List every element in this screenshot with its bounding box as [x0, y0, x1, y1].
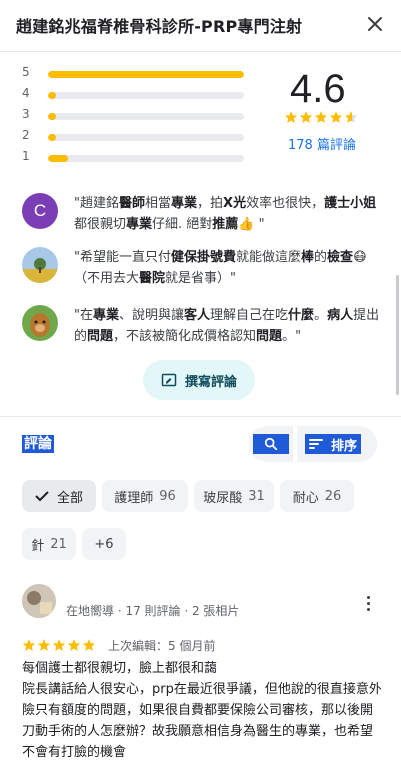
chip-count: 26	[324, 488, 342, 504]
chip-more[interactable]: +6	[82, 528, 126, 560]
write-review-label: 撰寫評論	[184, 374, 237, 390]
rating-bar-label: 3	[22, 107, 30, 121]
scrollbar[interactable]	[396, 275, 399, 395]
chip-topic[interactable]: 玻尿酸 31	[194, 480, 274, 512]
reviewer-avatar[interactable]	[22, 584, 56, 618]
rating-bar-1: 1	[22, 149, 252, 165]
rating-bar-label: 5	[22, 65, 30, 79]
chip-label: 耐心	[292, 490, 319, 506]
snippet-text: "在專業、說明與讓客人理解自己在吃什麼。病人提出的問題，不該被簡化成價格認知問題…	[74, 308, 380, 344]
sort-label: 排序	[331, 438, 358, 454]
star-icon	[284, 109, 298, 123]
chip-count: 21	[50, 536, 67, 552]
star-icon	[37, 637, 51, 651]
review-count-link[interactable]: 178 篇評論	[288, 134, 356, 153]
rating-bar-5: 5	[22, 65, 252, 81]
reviews-heading: 評論	[22, 435, 54, 453]
chip-topic[interactable]: 耐心 26	[280, 480, 354, 512]
write-review-button[interactable]: 撰寫評論	[143, 360, 255, 400]
rating-bar-fill	[48, 155, 68, 162]
chip-count: 31	[248, 488, 265, 504]
rating-bar-2: 2	[22, 128, 252, 144]
average-rating: 4.6	[290, 67, 346, 111]
close-button[interactable]	[363, 12, 387, 36]
divider	[0, 416, 401, 417]
check-icon	[35, 491, 49, 502]
review-body: 每個護士都很親切，臉上都很和藹 院長講話給人很安心，prp在最近很爭議，但他說的…	[22, 661, 382, 760]
star-icon	[82, 637, 96, 651]
rating-bar-fill	[48, 113, 56, 120]
chip-topic[interactable]: 護理師 96	[102, 480, 188, 512]
half-star-icon	[344, 109, 358, 123]
snippet-text: "希望能一直只付健保掛號費就能做這麼棒的檢查😷 （不用去大醫院就是省事）"	[74, 250, 367, 286]
chip-label: 全部	[56, 490, 83, 506]
review-stars	[22, 637, 96, 651]
rating-bar-fill	[48, 134, 56, 141]
rating-bar-fill	[48, 71, 244, 78]
rating-summary: 5 4 3 2 1 4.6 178 篇評論	[22, 63, 382, 173]
more-options-button[interactable]	[360, 594, 376, 612]
star-icon	[52, 637, 66, 651]
avatar	[22, 247, 58, 283]
rating-bar-fill	[48, 92, 56, 99]
rating-bar-label: 4	[22, 86, 30, 100]
write-review-icon	[161, 373, 177, 387]
chip-all[interactable]: 全部	[22, 480, 96, 512]
reviewer-meta: 在地嚮導 · 17 則評論 · 2 張相片	[66, 604, 240, 618]
chip-count: 96	[159, 488, 176, 504]
review-edited-time: 上次編輯：5 個月前	[108, 639, 216, 653]
rating-bar-3: 3	[22, 107, 252, 123]
avatar: C	[22, 193, 58, 229]
average-stars	[284, 109, 358, 123]
sort-button[interactable]: 排序	[297, 426, 377, 462]
star-icon	[329, 109, 343, 123]
avatar	[22, 305, 58, 341]
star-icon	[67, 637, 81, 651]
star-icon	[22, 637, 36, 651]
rating-bar-4: 4	[22, 86, 252, 102]
rating-bar-label: 2	[22, 128, 30, 142]
place-title: 趙建銘兆福脊椎骨科診所-PRP專門注射	[16, 17, 303, 36]
sort-icon	[309, 439, 323, 449]
search-icon	[264, 437, 278, 451]
snippet-text: "趙建銘醫師相當專業，拍X光效率也很快，護士小姐都很親切專業仔細. 絕對推薦👍 …	[74, 196, 377, 232]
star-icon	[299, 109, 313, 123]
star-icon	[314, 109, 328, 123]
rating-bar-label: 1	[22, 149, 30, 163]
chip-label: 針	[31, 538, 45, 554]
place-header: 趙建銘兆福脊椎骨科診所-PRP專門注射	[0, 0, 401, 52]
chip-topic[interactable]: 針 21	[22, 528, 76, 560]
chip-label: 玻尿酸	[203, 490, 243, 506]
search-reviews-button[interactable]	[249, 426, 293, 462]
chip-label: +6	[94, 536, 114, 552]
close-icon	[368, 17, 382, 31]
chip-label: 護理師	[114, 490, 154, 506]
